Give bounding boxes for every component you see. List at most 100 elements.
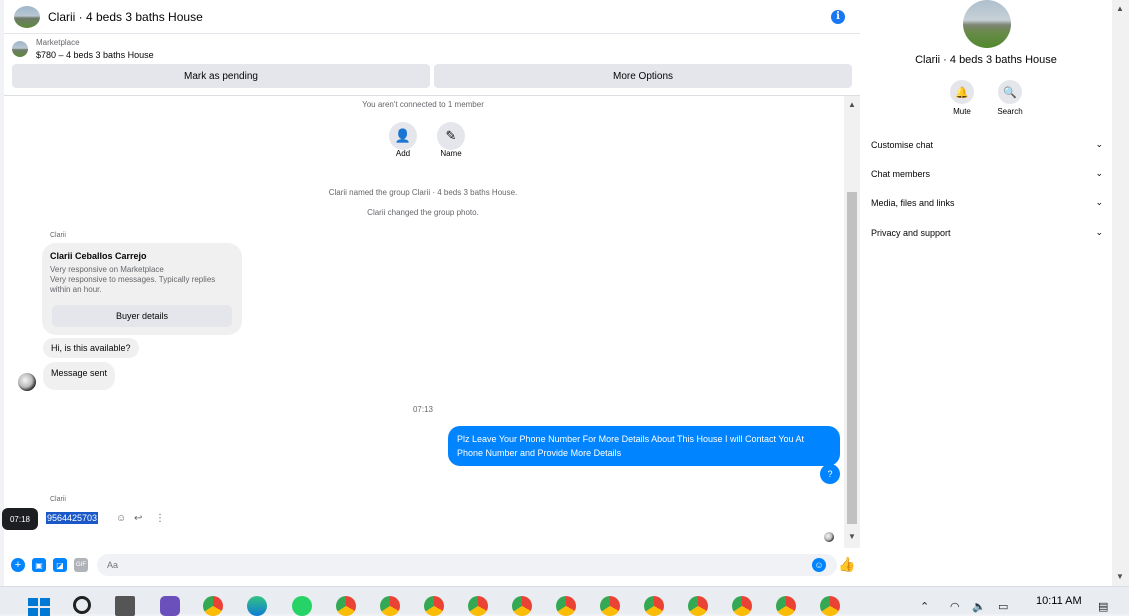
info-title: Clarii · 4 beds 3 baths House: [915, 54, 1057, 66]
section-customise-chat[interactable]: Customise chat ⌄: [871, 139, 1103, 150]
chrome-profile-icon[interactable]: [820, 596, 840, 616]
whatsapp-icon[interactable]: [292, 596, 312, 616]
chrome-profile-icon[interactable]: [732, 596, 752, 616]
incoming-message[interactable]: Message sent: [43, 362, 116, 390]
sender-avatar[interactable]: [18, 373, 36, 391]
chrome-profile-icon[interactable]: [380, 596, 400, 616]
start-button[interactable]: [28, 598, 50, 616]
system-note-photo: Clarii changed the group photo.: [367, 208, 479, 217]
chevron-down-icon: ⌄: [1095, 227, 1103, 237]
notification-icon[interactable]: ▤: [1098, 600, 1108, 613]
not-connected-note: You aren't connected to 1 member: [362, 100, 484, 109]
volume-icon[interactable]: 🔈: [972, 600, 986, 613]
chrome-profile-icon[interactable]: [556, 596, 576, 616]
chevron-down-icon: ⌄: [1095, 197, 1103, 207]
photo-icon[interactable]: ▣: [32, 558, 46, 572]
mute-button[interactable]: 🔔: [950, 80, 974, 104]
outgoing-message[interactable]: Plz Leave Your Phone Number For More Det…: [448, 426, 840, 466]
sender-name: Clarii: [50, 232, 66, 239]
chat-info-panel: Clarii · 4 beds 3 baths House 🔔 Mute 🔍 S…: [860, 0, 1112, 586]
task-view-icon[interactable]: [115, 596, 135, 616]
chevron-down-icon: ⌄: [1095, 139, 1103, 149]
listing-thumb: [12, 41, 28, 57]
listing-banner[interactable]: Marketplace $780 – 4 beds 3 baths House: [4, 34, 860, 64]
listing-kicker: Marketplace: [36, 38, 80, 47]
teams-icon[interactable]: [160, 596, 180, 616]
edge-icon[interactable]: [247, 596, 267, 616]
chrome-profile-icon[interactable]: [776, 596, 796, 616]
chrome-profile-icon[interactable]: [468, 596, 488, 616]
chrome-profile-icon[interactable]: [424, 596, 444, 616]
more-options-button[interactable]: More Options: [434, 64, 852, 88]
mute-label: Mute: [953, 107, 971, 116]
section-label: Customise chat: [871, 139, 934, 150]
scroll-up-arrow[interactable]: ▲: [1116, 4, 1124, 13]
scroll-thumb[interactable]: [847, 192, 857, 524]
taskbar: ⌃ ◠ 🔈 ▭ 10:11 AM ▤: [0, 586, 1129, 616]
incoming-message[interactable]: Hi, is this available?: [43, 338, 139, 358]
search-icon[interactable]: [73, 596, 91, 614]
buyer-trait-3: within an hour.: [50, 285, 102, 294]
seen-avatar: [824, 532, 834, 542]
like-icon[interactable]: 👍: [838, 556, 855, 573]
buyer-trait-1: Very responsive on Marketplace: [50, 265, 164, 274]
chat-header: Clarii · 4 beds 3 baths House i: [4, 0, 860, 34]
plus-icon[interactable]: +: [11, 558, 25, 572]
section-label: Chat members: [871, 168, 931, 179]
phone-number-message[interactable]: 9564425703: [46, 512, 99, 524]
message-input[interactable]: [97, 554, 837, 576]
section-label: Media, files and links: [871, 197, 955, 208]
chevron-down-icon: ⌄: [1095, 168, 1103, 178]
pencil-icon: ✎: [445, 128, 457, 143]
search-button[interactable]: 🔍: [998, 80, 1022, 104]
buyer-details-button[interactable]: Buyer details: [52, 305, 232, 327]
chrome-profile-icon[interactable]: [512, 596, 532, 616]
name-label: Name: [440, 149, 462, 158]
mark-as-pending-button[interactable]: Mark as pending: [12, 64, 430, 88]
chrome-profile-icon[interactable]: [688, 596, 708, 616]
chat-title[interactable]: Clarii · 4 beds 3 baths House: [48, 10, 831, 24]
scroll-up-arrow[interactable]: ▲: [848, 100, 856, 109]
wifi-icon[interactable]: ◠: [950, 600, 960, 613]
buyer-trait-2: Very responsive to messages. Typically r…: [50, 275, 216, 284]
chrome-profile-icon[interactable]: [336, 596, 356, 616]
section-privacy-support[interactable]: Privacy and support ⌄: [871, 227, 1103, 238]
page-scrollbar[interactable]: ▲ ▼: [1112, 0, 1129, 586]
time-tooltip: 07:18: [2, 508, 38, 530]
outgoing-message[interactable]: ?: [820, 464, 840, 484]
search-icon: 🔍: [1003, 86, 1017, 99]
more-icon[interactable]: ⋮: [155, 513, 165, 524]
scroll-down-arrow[interactable]: ▼: [848, 532, 856, 541]
name-group-button[interactable]: ✎: [437, 122, 465, 150]
search-label: Search: [997, 107, 1023, 116]
info-icon[interactable]: i: [831, 9, 845, 24]
chrome-profile-icon[interactable]: [644, 596, 664, 616]
system-note-named: Clarii named the group Clarii · 4 beds 3…: [328, 188, 518, 197]
add-label: Add: [395, 149, 411, 158]
reply-icon[interactable]: ↩: [134, 513, 142, 524]
chrome-icon[interactable]: [203, 596, 223, 616]
section-label: Privacy and support: [871, 227, 951, 238]
battery-icon[interactable]: ▭: [998, 600, 1008, 613]
sticker-icon[interactable]: ◪: [53, 558, 67, 572]
sender-name: Clarii: [50, 496, 66, 503]
thread-scrollbar[interactable]: ▲ ▼: [844, 96, 860, 548]
clock-time[interactable]: 10:11 AM: [1036, 595, 1082, 607]
listing-price-title: $780 – 4 beds 3 baths House: [36, 50, 154, 60]
add-person-icon: 👤: [394, 128, 412, 143]
chevron-up-icon[interactable]: ⌃: [920, 600, 929, 613]
message-thread: You aren't connected to 1 member 👤 Add ✎…: [4, 96, 842, 548]
group-photo[interactable]: [963, 0, 1011, 48]
gif-icon[interactable]: GIF: [74, 558, 88, 572]
react-icon[interactable]: ☺: [116, 513, 126, 524]
composer: + ▣ ◪ GIF ☺ 👍: [4, 550, 860, 580]
add-member-button[interactable]: 👤: [389, 122, 417, 150]
scroll-down-arrow[interactable]: ▼: [1116, 572, 1124, 581]
section-media-files-links[interactable]: Media, files and links ⌄: [871, 197, 1103, 208]
chrome-profile-icon[interactable]: [600, 596, 620, 616]
emoji-icon[interactable]: ☺: [812, 558, 826, 572]
section-chat-members[interactable]: Chat members ⌄: [871, 168, 1103, 179]
group-photo-thumb[interactable]: [14, 5, 40, 28]
bell-icon: 🔔: [955, 86, 969, 99]
timestamp: 07:13: [412, 405, 434, 414]
